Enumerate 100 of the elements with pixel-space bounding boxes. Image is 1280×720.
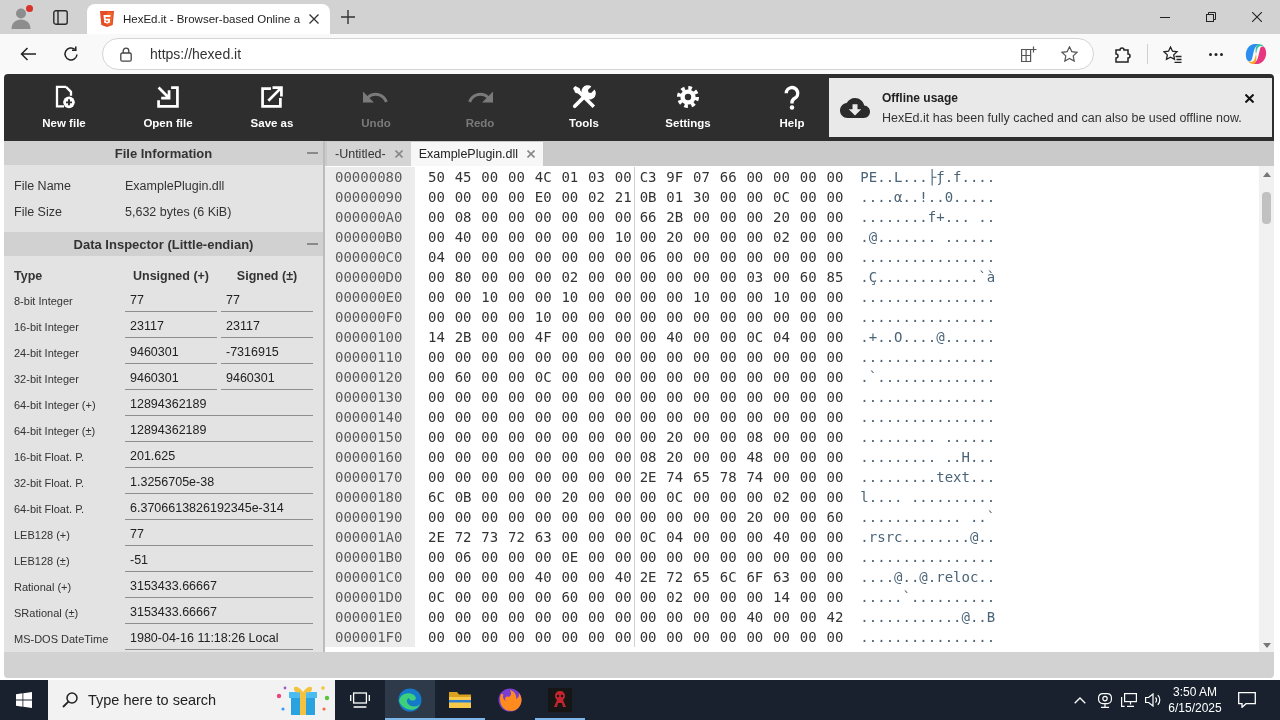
back-icon[interactable] xyxy=(20,47,36,61)
favorites-icon[interactable] xyxy=(1162,45,1182,63)
value-field[interactable]: 77 xyxy=(125,524,313,546)
file-tab[interactable]: ExamplePlugin.dll xyxy=(410,142,544,166)
scrollbar-thumb[interactable] xyxy=(1262,192,1271,224)
value-field[interactable]: 77 xyxy=(125,290,217,312)
lock-icon[interactable] xyxy=(120,46,132,62)
new-file-button[interactable]: New file xyxy=(27,74,101,141)
settings-button[interactable]: Settings xyxy=(651,74,725,141)
value-field[interactable]: 9460301 xyxy=(125,368,217,390)
wrench-screwdriver-icon xyxy=(572,85,596,109)
value-field[interactable]: 1980-04-16 11:18:26 Local xyxy=(125,628,313,650)
hex-bytes: 0B 01 30 00 00 0C 00 00 xyxy=(639,188,844,207)
ascii-text: .`.............. xyxy=(860,368,996,387)
row-offset: 00000140 xyxy=(325,407,415,427)
hex-bytes: 2E 72 65 6C 6F 63 00 00 xyxy=(639,568,844,587)
network-icon[interactable] xyxy=(1121,693,1137,707)
value-field[interactable]: 23117 xyxy=(125,316,217,338)
value-field[interactable]: 6.3706613826192345e-314 xyxy=(125,498,313,520)
close-icon[interactable] xyxy=(1245,94,1254,103)
hex-bytes: 00 00 00 00 40 00 00 40 xyxy=(428,568,632,587)
file-tab[interactable]: -Untitled- xyxy=(327,142,411,166)
hex-bytes: 00 00 00 00 00 00 00 00 xyxy=(428,348,632,367)
ascii-text: ................ xyxy=(860,628,996,647)
hex-bytes: 00 00 00 00 00 00 00 00 xyxy=(639,628,844,647)
hex-bytes: 6C 0B 00 00 00 20 00 00 xyxy=(428,488,632,507)
value-field[interactable]: -51 xyxy=(125,550,313,572)
browser-tab[interactable]: HexEd.it - Browser-based Online a xyxy=(87,4,330,34)
hex-bytes: 00 06 00 00 00 0E 00 00 xyxy=(428,548,632,567)
row-offset: 00000150 xyxy=(325,427,415,447)
scroll-down-icon[interactable] xyxy=(1262,643,1271,648)
swirl-logo-icon[interactable] xyxy=(1245,43,1267,65)
hex-bytes: 50 45 00 00 4C 01 03 00 xyxy=(428,168,632,187)
value-field[interactable]: 77 xyxy=(221,290,313,312)
notification-title: Offline usage xyxy=(882,90,959,105)
tab-actions-icon[interactable] xyxy=(52,9,68,25)
ascii-text: ................ xyxy=(860,308,996,327)
value-field[interactable]: 12894362189 xyxy=(125,394,313,416)
column-header: Signed (±) xyxy=(236,269,298,283)
value-field[interactable]: 23117 xyxy=(221,316,313,338)
more-icon[interactable] xyxy=(1209,52,1223,56)
close-icon[interactable] xyxy=(1252,12,1262,22)
notification-icon[interactable] xyxy=(1238,692,1256,708)
row-offset: 000001D0 xyxy=(325,587,415,607)
hex-bytes: 00 02 00 00 00 14 00 00 xyxy=(639,588,844,607)
type-label: 64-bit Integer (+) xyxy=(14,399,96,411)
row-offset: 00000100 xyxy=(325,327,415,347)
section-title: File Information xyxy=(114,145,213,161)
task-view-icon[interactable] xyxy=(350,692,370,708)
ascii-text: ........f+... .. xyxy=(860,208,996,227)
type-label: 64-bit Float. P. xyxy=(14,503,85,515)
value-field[interactable]: 201.625 xyxy=(125,446,313,468)
puzzle-icon[interactable] xyxy=(1114,45,1132,63)
value-field[interactable]: 12894362189 xyxy=(125,420,313,442)
ascii-text: ................ xyxy=(860,288,996,307)
ascii-text: ......... ...... xyxy=(860,428,996,447)
help-button[interactable]: Help xyxy=(755,74,829,141)
section-title: Data Inspector (Little-endian) xyxy=(73,236,254,252)
grid-plus-icon[interactable] xyxy=(1021,46,1037,62)
restore-icon[interactable] xyxy=(1206,12,1216,22)
value-field[interactable]: 9460301 xyxy=(125,342,217,364)
speaker-icon[interactable] xyxy=(1145,693,1161,707)
close-icon[interactable] xyxy=(309,14,320,24)
clock-date[interactable]: 6/15/2025 xyxy=(1168,700,1222,716)
row-offset: 000000D0 xyxy=(325,267,415,287)
minimize-icon[interactable] xyxy=(1160,16,1170,18)
open-file-button[interactable]: Open file xyxy=(131,74,205,141)
ascii-text: ................ xyxy=(860,408,996,427)
value-field[interactable]: 3153433.66667 xyxy=(125,602,313,624)
star-icon[interactable] xyxy=(1060,46,1078,62)
clock-time[interactable]: 3:50 AM xyxy=(1173,684,1217,700)
camera-icon[interactable] xyxy=(1098,692,1112,708)
value-field[interactable]: -7316915 xyxy=(221,342,313,364)
value-field[interactable]: 1.3256705e-38 xyxy=(125,472,313,494)
save-as-button[interactable]: Save as xyxy=(235,74,309,141)
profile-icon[interactable] xyxy=(11,5,33,29)
hex-bytes: 14 2B 00 00 4F 00 00 00 xyxy=(428,328,632,347)
plus-icon[interactable] xyxy=(341,10,355,24)
ascii-text: ....@..@.reloc.. xyxy=(860,568,996,587)
ascii-text: PE..L...├ƒ.f.... xyxy=(860,168,996,187)
hex-bytes: 00 00 00 00 00 00 00 00 xyxy=(639,388,844,407)
redo-icon xyxy=(467,91,493,103)
hex-bytes: 00 60 00 00 0C 00 00 00 xyxy=(428,368,632,387)
scroll-up-icon[interactable] xyxy=(1262,172,1271,177)
shield-icon xyxy=(100,11,114,27)
row-offset: 00000120 xyxy=(325,367,415,387)
row-offset: 000001E0 xyxy=(325,607,415,627)
type-label: SRational (±) xyxy=(14,607,79,619)
address-bar[interactable]: https://hexed.it xyxy=(102,38,1094,70)
value-field[interactable]: 9460301 xyxy=(221,368,313,390)
hex-bytes: 0C 04 00 00 00 40 00 00 xyxy=(639,528,844,547)
taskbar-button[interactable] xyxy=(385,680,435,720)
tools-button[interactable]: Tools xyxy=(547,74,621,141)
value-field[interactable]: 3153433.66667 xyxy=(125,576,313,598)
chevron-up-icon[interactable] xyxy=(1074,696,1086,704)
start-icon[interactable] xyxy=(16,692,32,708)
refresh-icon[interactable] xyxy=(63,46,79,62)
type-label: 64-bit Integer (±) xyxy=(14,425,96,437)
ascii-text: ................ xyxy=(860,548,996,567)
search-field[interactable]: Type here to search xyxy=(48,680,335,720)
